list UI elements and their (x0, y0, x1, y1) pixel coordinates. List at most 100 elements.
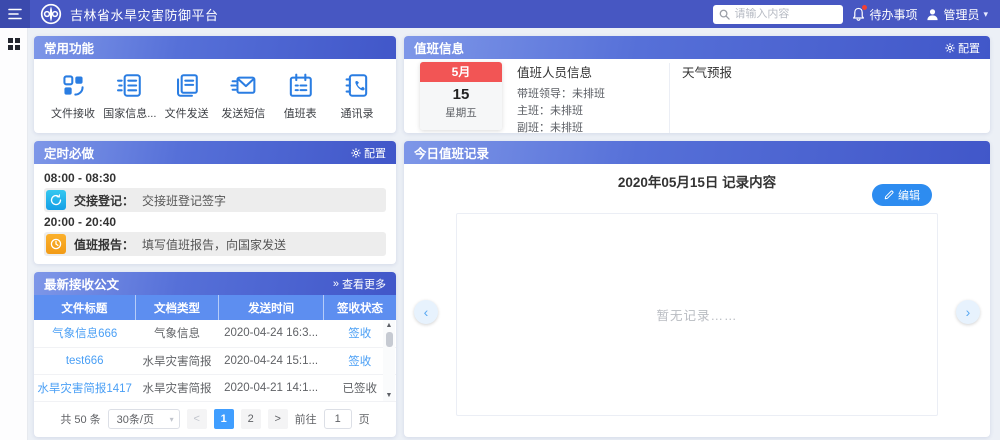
doc-title-link[interactable]: 水旱灾害简报1417 (34, 374, 135, 401)
col-doc-type: 文档类型 (135, 295, 218, 320)
todo-menu[interactable]: 待办事项 (852, 6, 917, 23)
view-more-link[interactable]: » 查看更多 (333, 276, 386, 292)
page-size-select[interactable]: 30条/页 ▾ (108, 409, 180, 429)
gear-icon (351, 148, 361, 158)
col-send-time: 发送时间 (219, 295, 324, 320)
documents-table: 文件标题 文档类型 发送时间 签收状态 气象信息666 气象信息 2020-04… (34, 295, 396, 402)
doc-type: 水旱灾害简报 (135, 374, 218, 401)
panel-scheduled-tasks: 定时必做 配置 08:00 - 08:30 交接登记： (34, 141, 396, 264)
panel-header: 定时必做 配置 (34, 141, 396, 164)
hamburger-icon (8, 8, 22, 20)
doc-time: 2020-04-24 16:3... (219, 320, 324, 347)
panel-header: 今日值班记录 (404, 141, 990, 164)
scrollbar-thumb[interactable] (386, 332, 393, 347)
chevron-left-icon: ‹ (424, 304, 429, 320)
table-scrollbar[interactable]: ▲ ▼ (383, 320, 395, 401)
user-name: 管理员 (943, 6, 979, 23)
panel-header: 最新接收公文 » 查看更多 (34, 272, 396, 295)
date-card: 5月 15 星期五 (420, 62, 502, 130)
record-content-box: 暂无记录…… (456, 213, 938, 416)
panel-latest-documents: 最新接收公文 » 查看更多 文件标题 文档类型 发送时间 签收状态 (34, 272, 396, 437)
page-button-2[interactable]: 2 (241, 409, 261, 429)
carousel-next-button[interactable]: › (956, 300, 980, 324)
select-caret-icon: ▾ (170, 415, 174, 424)
collapsed-sidebar (0, 28, 28, 440)
config-label: 配置 (364, 145, 386, 161)
search-input[interactable] (734, 8, 837, 20)
scroll-down-icon[interactable]: ▼ (386, 391, 393, 400)
handover-clock-icon (46, 190, 66, 210)
empty-record-text: 暂无记录…… (656, 305, 737, 324)
doc-time: 2020-04-21 14:1... (219, 374, 324, 401)
task-item[interactable]: 交接登记： 交接班登记签字 (44, 188, 386, 212)
panel-title: 定时必做 (44, 143, 94, 162)
col-sign-status: 签收状态 (324, 295, 396, 320)
table-row: 水旱灾害简报1417 水旱灾害简报 2020-04-21 14:1... 已签收 (34, 374, 396, 401)
user-icon (926, 8, 939, 21)
quick-item-label: 文件接收 (51, 105, 95, 121)
task-name: 值班报告： (74, 236, 134, 253)
edit-label: 编辑 (898, 187, 920, 203)
quick-item-label: 值班表 (284, 105, 317, 121)
view-more-label: 查看更多 (342, 276, 386, 292)
page-button-1[interactable]: 1 (214, 409, 234, 429)
panel-title: 最新接收公文 (44, 274, 119, 293)
task-item[interactable]: 值班报告： 填写值班报告，向国家发送 (44, 232, 386, 256)
next-page-button[interactable]: > (268, 409, 288, 429)
quick-item-national-info[interactable]: 国家信息... (104, 71, 156, 121)
platform-logo-icon (39, 2, 63, 26)
table-header-row: 文件标题 文档类型 发送时间 签收状态 (34, 295, 396, 320)
doc-title-link[interactable]: test666 (34, 347, 135, 374)
panel-header: 常用功能 (34, 36, 396, 59)
config-label: 配置 (958, 40, 980, 56)
panel-title: 常用功能 (44, 38, 94, 57)
quick-item-contacts[interactable]: 通讯录 (331, 71, 383, 121)
doc-time: 2020-04-24 15:1... (219, 347, 324, 374)
file-send-icon (172, 71, 201, 100)
scroll-up-icon[interactable]: ▲ (386, 321, 393, 330)
personnel-line: 副班：未排班 (517, 120, 669, 133)
page-title: 吉林省水旱灾害防御平台 (70, 5, 219, 24)
duty-personnel-info: 值班人员信息 带班领导：未排班 主班：未排班 副班：未排班 (517, 61, 669, 133)
table-row: test666 水旱灾害简报 2020-04-24 15:1... 签收 (34, 347, 396, 374)
quick-item-file-receive[interactable]: 文件接收 (47, 71, 99, 121)
panel-title: 今日值班记录 (414, 143, 489, 162)
date-month: 5月 (420, 62, 502, 82)
global-search[interactable] (713, 5, 843, 24)
duty-roster-icon (286, 71, 315, 100)
bell-icon (852, 7, 865, 21)
quick-item-send-sms[interactable]: 发送短信 (217, 71, 269, 121)
top-navbar: 吉林省水旱灾害防御平台 待办事项 管理员 ▾ (0, 0, 1000, 28)
date-weekday: 星期五 (420, 105, 502, 120)
quick-item-duty-roster[interactable]: 值班表 (274, 71, 326, 121)
doc-type: 水旱灾害简报 (135, 347, 218, 374)
panel-quick-functions: 常用功能 文件接收 (34, 36, 396, 133)
national-info-icon (115, 71, 144, 100)
config-button[interactable]: 配置 (351, 145, 386, 161)
personnel-title: 值班人员信息 (517, 62, 669, 81)
quick-item-file-send[interactable]: 文件发送 (161, 71, 213, 121)
todo-label: 待办事项 (869, 6, 917, 23)
config-button[interactable]: 配置 (945, 40, 980, 56)
quick-item-label: 通讯录 (340, 105, 373, 121)
panel-duty-info: 值班信息 配置 5月 15 星期五 值班人员信息 (404, 36, 990, 133)
main-content: 常用功能 文件接收 (28, 28, 1000, 440)
contacts-icon (342, 71, 371, 100)
goto-page-input[interactable] (324, 409, 352, 429)
weather-section: 天气预报 (670, 61, 732, 81)
panel-header: 值班信息 配置 (404, 36, 990, 59)
task-time: 08:00 - 08:30 (44, 171, 386, 185)
apps-grid-icon[interactable] (8, 38, 20, 50)
file-receive-icon (59, 71, 88, 100)
doc-title-link[interactable]: 气象信息666 (34, 320, 135, 347)
prev-page-button[interactable]: < (187, 409, 207, 429)
search-icon (719, 9, 730, 20)
user-menu[interactable]: 管理员 ▾ (926, 6, 988, 23)
edit-record-button[interactable]: 编辑 (872, 184, 932, 206)
quick-item-label: 国家信息... (103, 105, 156, 121)
hamburger-menu-button[interactable] (0, 0, 30, 28)
col-doc-title: 文件标题 (34, 295, 135, 320)
carousel-prev-button[interactable]: ‹ (414, 300, 438, 324)
panel-title: 值班信息 (414, 38, 464, 57)
chevron-right-icon: › (966, 304, 971, 320)
